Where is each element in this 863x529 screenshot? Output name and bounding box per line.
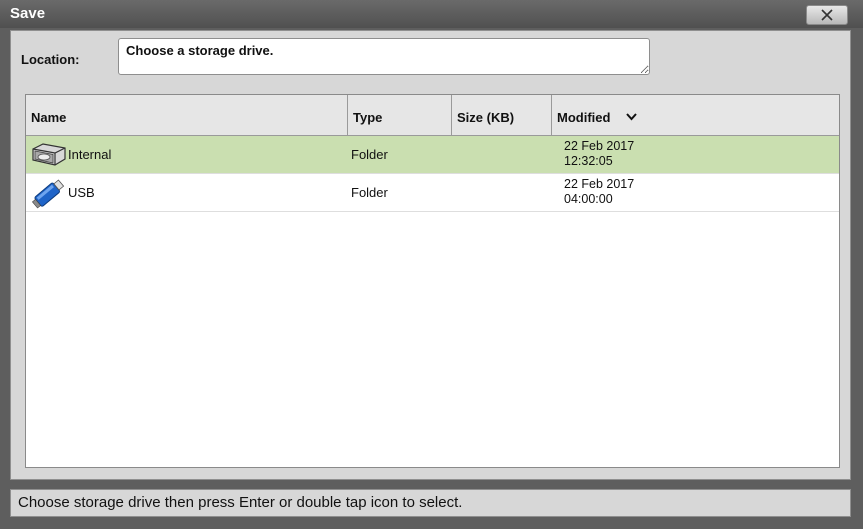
modified-time: 04:00:00 <box>564 192 613 206</box>
modified-time: 12:32:05 <box>564 154 613 168</box>
modified-value: 22 Feb 2017 04:00:00 <box>564 177 634 207</box>
dialog-content: Location: Choose a storage drive. Name T… <box>10 30 851 480</box>
column-header-name-label: Name <box>31 110 67 125</box>
table-row[interactable]: USB Folder 22 Feb 2017 04:00:00 <box>26 174 839 212</box>
modified-date: 22 Feb 2017 <box>564 139 635 153</box>
file-list: Name Type Size (KB) Modified Internal Fo… <box>25 94 840 468</box>
column-header-modified-label: Modified <box>557 110 611 125</box>
modified-cell: 22 Feb 2017 12:32:05 <box>26 136 839 173</box>
column-header-name[interactable]: Name <box>26 95 348 135</box>
location-field[interactable]: Choose a storage drive. <box>118 38 650 75</box>
location-label: Location: <box>21 52 80 67</box>
column-header-type-label: Type <box>353 110 383 125</box>
close-button[interactable] <box>806 5 848 25</box>
table-row[interactable]: Internal Folder 22 Feb 2017 12:32:05 <box>26 136 839 174</box>
table-header: Name Type Size (KB) Modified <box>26 95 839 136</box>
column-header-modified[interactable]: Modified <box>552 95 839 135</box>
modified-date: 22 Feb 2017 <box>564 177 635 191</box>
save-dialog: Save Location: Choose a storage drive. N… <box>0 0 863 529</box>
status-bar: Choose storage drive then press Enter or… <box>10 489 851 517</box>
column-header-size[interactable]: Size (KB) <box>452 95 552 135</box>
title-bar[interactable]: Save <box>0 0 863 28</box>
dialog-title: Save <box>10 5 46 22</box>
chevron-down-icon <box>626 113 637 121</box>
column-header-type[interactable]: Type <box>348 95 452 135</box>
modified-value: 22 Feb 2017 12:32:05 <box>564 139 634 169</box>
status-text: Choose storage drive then press Enter or… <box>18 494 463 511</box>
close-icon <box>821 9 833 21</box>
column-header-size-label: Size (KB) <box>457 110 515 125</box>
modified-cell: 22 Feb 2017 04:00:00 <box>26 174 839 211</box>
